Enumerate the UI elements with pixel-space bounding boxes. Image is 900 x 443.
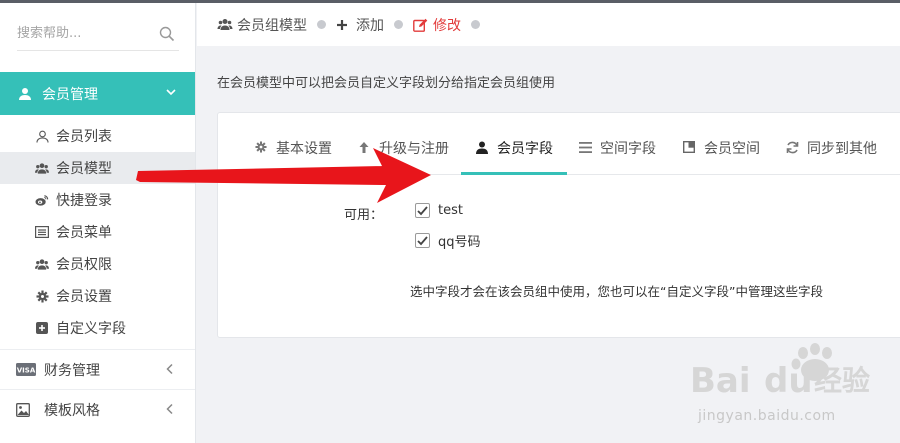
weibo-icon (35, 193, 49, 207)
sidebar-item-label: 会员模型 (56, 161, 112, 177)
tab-label: 空间字段 (600, 141, 656, 157)
svg-text:经验: 经验 (814, 364, 870, 397)
sidebar-item-custom-fields[interactable]: 自定义字段 (0, 312, 195, 344)
page-description: 在会员模型中可以把会员自定义字段划分给指定会员组使用 (217, 76, 556, 91)
field-option-label: qq号码 (438, 235, 481, 250)
tab-basic-settings[interactable]: 基本设置 (254, 138, 332, 174)
available-label: 可用： (344, 208, 384, 223)
field-option-label: test (438, 203, 463, 218)
sidebar-item-member-settings[interactable]: 会员设置 (0, 280, 195, 312)
tab-member-space[interactable]: 会员空间 (682, 138, 760, 174)
tab-label: 会员字段 (497, 141, 553, 157)
chevron-left-icon (165, 363, 175, 375)
settings-panel: 基本设置 升级与注册 会员字段 空间字段 会员空间 同步到其他 可用： test (217, 112, 900, 338)
user-outline-icon (35, 129, 49, 143)
breadcrumb-label: 修改 (433, 17, 461, 34)
watermark-url: jingyan.baidu.com (698, 408, 836, 424)
tab-label: 升级与注册 (379, 141, 449, 157)
member-submenu: 会员列表 会员模型 快捷登录 会员菜单 会员权限 会员设置 自定义字段 (0, 120, 195, 344)
sidebar-item-label: 会员权限 (56, 257, 112, 273)
sidebar-item-member-menu[interactable]: 会员菜单 (0, 216, 195, 248)
tab-label: 同步到其他 (807, 141, 877, 157)
chevron-left-icon (165, 403, 175, 415)
sidebar-item-label: 快捷登录 (56, 193, 112, 209)
breadcrumb-separator (317, 20, 326, 29)
sidebar-item-label: 模板风格 (44, 402, 100, 419)
sidebar-item-member-model[interactable]: 会员模型 (0, 152, 195, 184)
breadcrumb-separator (471, 20, 480, 29)
tab-sync-others[interactable]: 同步到其他 (785, 138, 877, 174)
breadcrumb: 会员组模型 添加 修改 (197, 3, 900, 46)
users-icon (217, 18, 233, 32)
sidebar-item-label: 会员管理 (42, 86, 98, 103)
users-icon (35, 161, 49, 175)
users-icon (35, 257, 49, 271)
tab-label: 会员空间 (704, 141, 760, 157)
breadcrumb-label: 添加 (356, 17, 384, 34)
image-icon (16, 402, 36, 417)
field-checkbox[interactable] (415, 233, 430, 248)
list-icon (35, 225, 49, 239)
tab-space-fields[interactable]: 空间字段 (578, 138, 656, 174)
gear-icon (35, 289, 49, 303)
sidebar-item-label: 会员列表 (56, 129, 112, 145)
plus-icon (336, 18, 352, 32)
sidebar-item-member-management[interactable]: 会员管理 (0, 72, 195, 115)
sidebar-item-templates[interactable]: 模板风格 (0, 389, 195, 429)
tab-label: 基本设置 (276, 141, 332, 157)
sidebar-item-member-list[interactable]: 会员列表 (0, 120, 195, 152)
window-icon (682, 140, 696, 154)
edit-icon (413, 18, 429, 32)
field-option-test[interactable]: test (415, 203, 463, 218)
sidebar: 会员管理 会员列表 会员模型 快捷登录 会员菜单 会员权限 会员设置 (0, 3, 196, 443)
tab-bar: 基本设置 升级与注册 会员字段 空间字段 会员空间 同步到其他 (218, 113, 900, 175)
refresh-icon (785, 140, 799, 154)
breadcrumb-add[interactable]: 添加 (336, 15, 384, 35)
user-icon (18, 87, 32, 101)
sidebar-item-label: 会员设置 (56, 289, 112, 305)
sidebar-item-finance[interactable]: VISA 财务管理 (0, 349, 195, 389)
sidebar-item-label: 财务管理 (44, 362, 100, 379)
user-icon (475, 140, 489, 154)
help-text: 选中字段才会在该会员组中使用，您也可以在“自定义字段”中管理这些字段 (410, 284, 823, 299)
breadcrumb-label: 会员组模型 (237, 17, 307, 34)
visa-icon: VISA (16, 363, 36, 377)
search-input[interactable] (17, 17, 152, 49)
sidebar-item-member-permissions[interactable]: 会员权限 (0, 248, 195, 280)
sidebar-item-label: 自定义字段 (56, 321, 126, 337)
svg-text:Bai: Bai (690, 361, 751, 401)
field-option-qq[interactable]: qq号码 (415, 231, 481, 250)
svg-text:du: du (764, 361, 813, 401)
gear-icon (254, 140, 268, 154)
sidebar-item-label: 会员菜单 (56, 225, 112, 241)
tab-member-fields[interactable]: 会员字段 (461, 138, 567, 175)
search-box (17, 17, 179, 51)
tab-upgrade-register[interactable]: 升级与注册 (357, 138, 449, 174)
search-icon[interactable] (159, 26, 175, 42)
field-checkbox[interactable] (415, 203, 430, 218)
svg-text:VISA: VISA (17, 367, 36, 375)
arrow-up-icon (357, 140, 371, 154)
sidebar-item-quick-login[interactable]: 快捷登录 (0, 184, 195, 216)
breadcrumb-separator (394, 20, 403, 29)
plus-square-icon (35, 321, 49, 335)
breadcrumb-edit[interactable]: 修改 (413, 15, 461, 35)
breadcrumb-member-group-model[interactable]: 会员组模型 (217, 15, 307, 35)
chevron-down-icon (165, 86, 177, 98)
bars-icon (578, 140, 592, 154)
